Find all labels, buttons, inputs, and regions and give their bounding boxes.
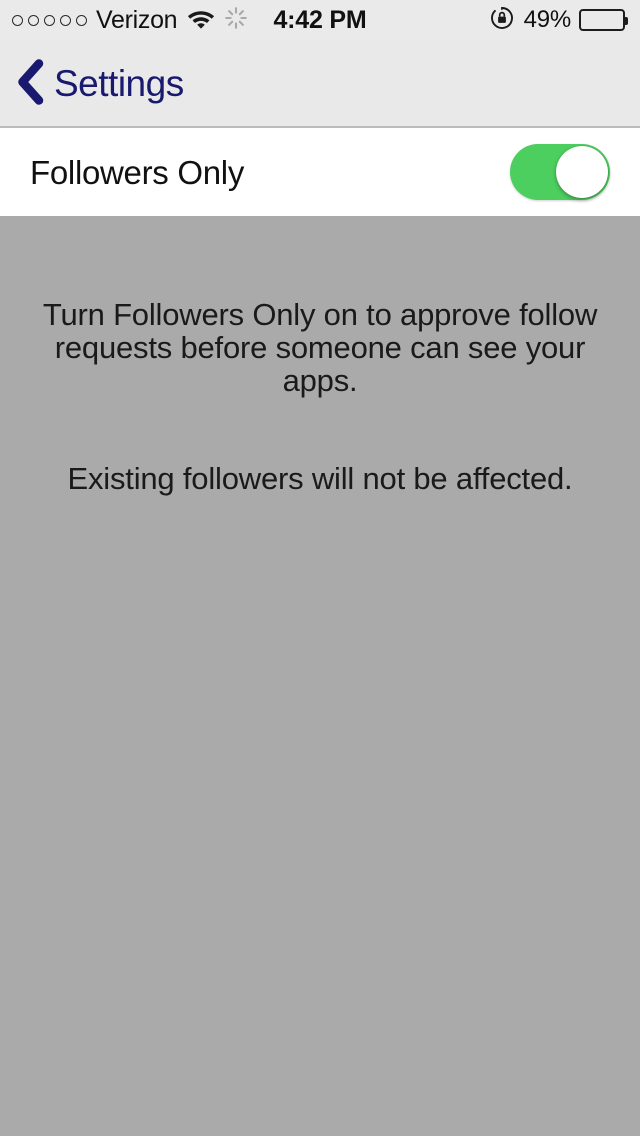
signal-dot bbox=[44, 14, 55, 26]
signal-dot bbox=[60, 14, 71, 26]
status-bar: Verizon 4:42 PM 49% bbox=[0, 0, 640, 40]
description-paragraph-1: Turn Followers Only on to approve follow… bbox=[42, 297, 598, 398]
activity-spinner-icon bbox=[224, 6, 248, 35]
wifi-icon bbox=[186, 7, 216, 34]
signal-dot bbox=[12, 14, 23, 26]
signal-dot bbox=[28, 14, 39, 26]
back-button-label: Settings bbox=[54, 62, 184, 104]
status-bar-left: Verizon bbox=[10, 6, 250, 35]
carrier-label: Verizon bbox=[96, 5, 178, 34]
description-paragraph-2: Existing followers will not be affected. bbox=[67, 461, 573, 496]
followers-only-toggle[interactable] bbox=[510, 144, 610, 200]
navigation-bar: Settings bbox=[0, 40, 640, 128]
battery-cap bbox=[625, 17, 628, 25]
followers-only-label: Followers Only bbox=[30, 153, 245, 191]
followers-only-row[interactable]: Followers Only bbox=[0, 128, 640, 216]
toggle-knob bbox=[556, 146, 608, 198]
clock-label: 4:42 PM bbox=[273, 5, 367, 34]
back-button[interactable]: Settings bbox=[0, 57, 184, 110]
chevron-left-icon bbox=[14, 58, 44, 110]
description-block: Turn Followers Only on to approve follow… bbox=[0, 298, 640, 495]
battery-percent-label: 49% bbox=[523, 6, 572, 33]
battery-icon bbox=[579, 9, 628, 31]
signal-dot bbox=[76, 14, 87, 26]
rotation-lock-icon bbox=[489, 5, 515, 36]
app-screen: Verizon 4:42 PM 49% Settings Followers O… bbox=[0, 0, 640, 1136]
signal-strength-dots bbox=[12, 14, 87, 26]
status-bar-right: 49% bbox=[489, 5, 630, 36]
content-area: Turn Followers Only on to approve follow… bbox=[0, 216, 640, 1136]
